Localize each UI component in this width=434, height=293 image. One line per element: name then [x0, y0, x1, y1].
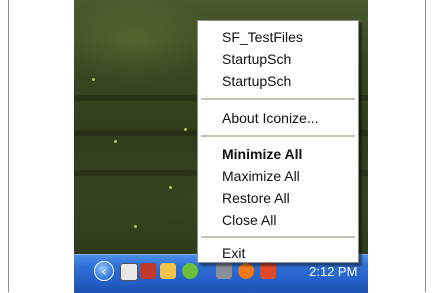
- network-icon[interactable]: [120, 263, 138, 281]
- menu-separator: [201, 135, 355, 138]
- menu-item-sf-testfiles[interactable]: SF_TestFiles: [222, 28, 303, 46]
- desktop-speck: [114, 140, 117, 143]
- menu-item-close-all[interactable]: Close All: [222, 211, 276, 229]
- frame-left-border: [8, 0, 9, 292]
- media-icon[interactable]: [238, 263, 254, 279]
- printer-icon[interactable]: [216, 263, 232, 279]
- menu-item-startupsch[interactable]: StartupSch: [222, 50, 291, 68]
- menu-separator: [201, 236, 355, 239]
- tray-clock[interactable]: 2:12 PM: [309, 264, 357, 279]
- frame-right-border: [425, 0, 426, 292]
- desktop-speck: [169, 186, 172, 189]
- menu-item-startupsch-2[interactable]: StartupSch: [222, 72, 291, 90]
- menu-item-about[interactable]: About Iconize...: [222, 109, 319, 127]
- screenshot-frame: ‹ 2:12 PM SF_TestFiles StartupSch Startu…: [0, 0, 434, 293]
- desktop-speck: [134, 225, 137, 228]
- iconize-context-menu: SF_TestFiles StartupSch StartupSch About…: [197, 20, 359, 263]
- menu-item-maximize-all[interactable]: Maximize All: [222, 167, 300, 185]
- desktop-speck: [92, 78, 95, 81]
- tools-icon[interactable]: [140, 263, 156, 279]
- menu-item-exit[interactable]: Exit: [222, 244, 245, 262]
- arrow-icon[interactable]: [182, 263, 198, 279]
- antivirus-icon[interactable]: [260, 263, 276, 279]
- menu-separator: [201, 98, 355, 101]
- menu-item-restore-all[interactable]: Restore All: [222, 189, 290, 207]
- desktop-speck: [184, 128, 187, 131]
- tray-expand-button[interactable]: ‹: [94, 261, 114, 281]
- folder-icon[interactable]: [160, 263, 176, 279]
- menu-item-minimize-all[interactable]: Minimize All: [222, 145, 302, 163]
